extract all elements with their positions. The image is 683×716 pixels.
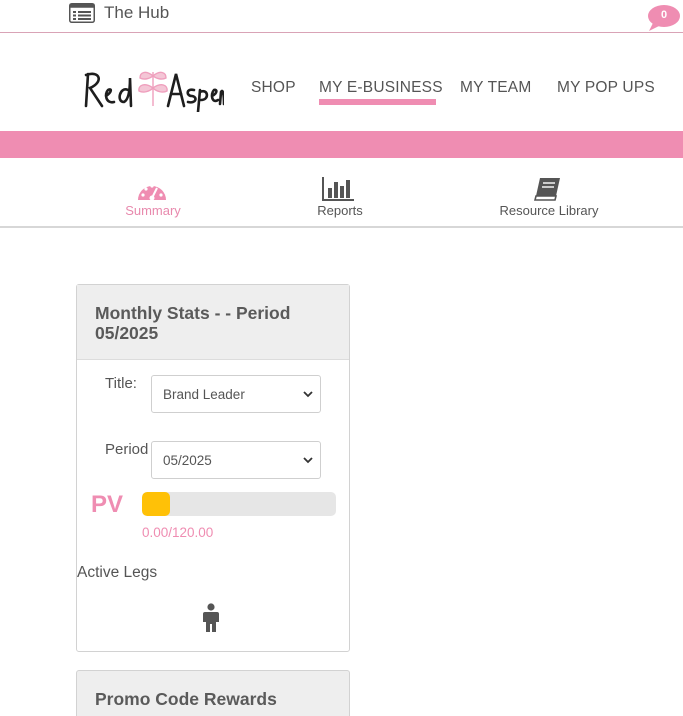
card-header: Monthly Stats - - Period 05/2025 (77, 285, 349, 360)
promo-card-title: Promo Code Rewards (95, 689, 277, 709)
person-icon (203, 603, 219, 632)
dashboard-gauge-icon (138, 184, 166, 201)
title-select[interactable]: Brand Leader (151, 375, 321, 413)
tab-reports-label: Reports (317, 203, 363, 218)
nav-my-pop-ups[interactable]: MY POP UPS (557, 79, 655, 97)
chevron-down-icon (303, 391, 313, 398)
red-aspen-logo[interactable] (82, 66, 224, 112)
pv-progress-fill (142, 492, 170, 516)
nav-my-team[interactable]: MY TEAM (460, 79, 531, 97)
nav-active-underline (319, 99, 436, 105)
monthly-stats-card: Monthly Stats - - Period 05/2025 Title: … (76, 284, 350, 652)
sub-tabs: Summary Reports Resource Library (0, 158, 683, 228)
promo-code-rewards-card: Promo Code Rewards (76, 670, 350, 716)
list-icon[interactable] (69, 3, 95, 23)
nav-shop[interactable]: SHOP (251, 79, 296, 97)
bar-chart-icon (322, 177, 354, 201)
period-label: Period (105, 441, 149, 458)
pv-label: PV (91, 491, 124, 518)
tab-summary[interactable]: Summary (113, 158, 193, 228)
pv-value: 0.00/120.00 (142, 525, 214, 540)
period-select-value: 05/2025 (163, 453, 212, 468)
hub-title[interactable]: The Hub (104, 3, 169, 23)
pv-progress-bar (142, 492, 336, 516)
nav-my-e-business[interactable]: MY E-BUSINESS (319, 79, 443, 97)
card-title: Monthly Stats - - Period 05/2025 (95, 303, 291, 343)
title-label: Title: (105, 375, 137, 392)
title-select-value: Brand Leader (163, 387, 245, 402)
top-bar: The Hub 0 (0, 0, 683, 33)
tab-summary-label: Summary (125, 203, 181, 218)
tab-resource-library[interactable]: Resource Library (494, 158, 604, 228)
pink-banner (0, 131, 683, 158)
notification-count: 0 (660, 9, 668, 21)
active-legs-label: Active Legs (77, 564, 158, 581)
tab-reports[interactable]: Reports (300, 158, 380, 228)
tab-resource-library-label: Resource Library (499, 203, 599, 218)
period-select[interactable]: 05/2025 (151, 441, 321, 479)
book-icon (534, 178, 560, 201)
chevron-down-icon (303, 457, 313, 464)
